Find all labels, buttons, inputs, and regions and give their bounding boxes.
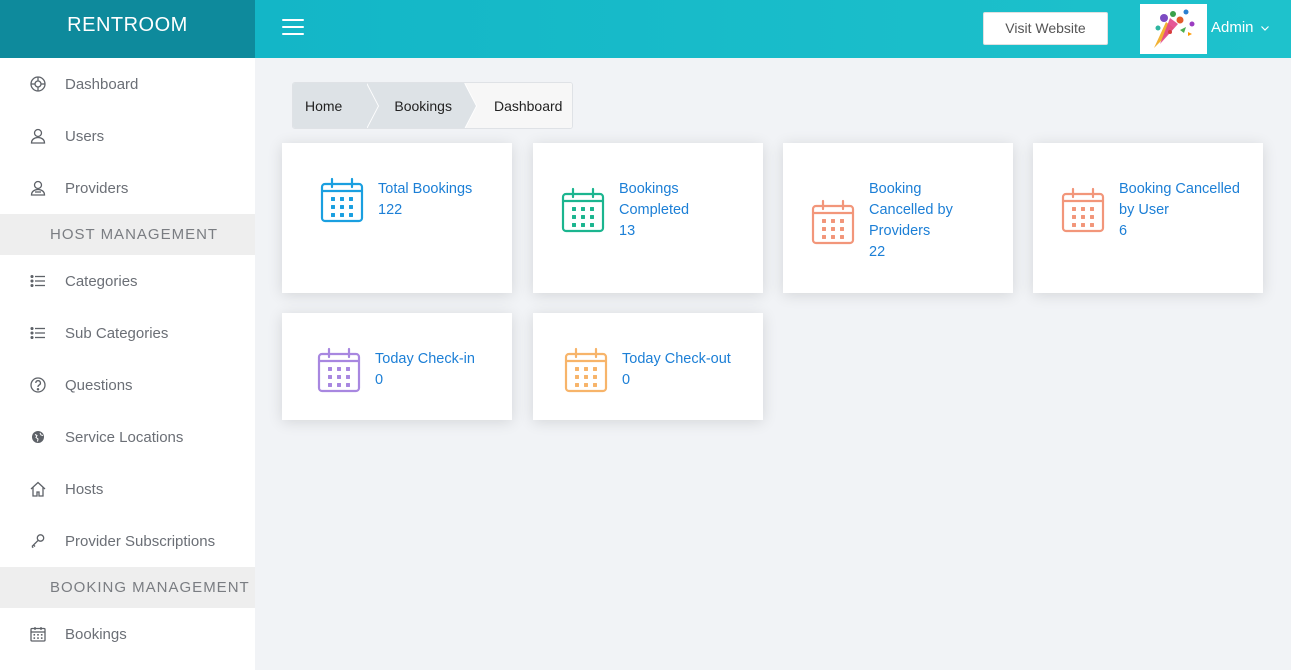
sidebar-item-categories[interactable]: Categories <box>0 255 255 307</box>
home-icon <box>28 479 48 499</box>
dashboard-icon <box>28 74 48 94</box>
chevron-down-icon <box>1260 25 1269 31</box>
sidebar-item-provider-subscriptions[interactable]: Provider Subscriptions <box>0 515 255 567</box>
sidebar-item-sub-categories[interactable]: Sub Categories <box>0 307 255 359</box>
avatar[interactable] <box>1140 4 1207 54</box>
card-label: Booking Cancelled by Providers <box>869 181 953 239</box>
card-label: Total Bookings <box>378 181 473 197</box>
globe-icon <box>28 427 48 447</box>
sidebar-item-users[interactable]: Users <box>0 110 255 162</box>
breadcrumb-label: Home <box>305 97 343 114</box>
card-value: 6 <box>1119 223 1128 239</box>
card-value: 13 <box>619 223 636 239</box>
card-cancelled-by-user[interactable]: Booking Cancelled by User 6 <box>1033 143 1263 293</box>
visit-website-button[interactable]: Visit Website <box>983 12 1108 45</box>
topbar: Visit Website Admin <box>255 0 1291 58</box>
breadcrumb-dashboard: Dashboard <box>463 83 573 128</box>
card-value: 0 <box>622 372 631 388</box>
brand-title: RENTROOM <box>67 14 188 36</box>
sidebar-item-bookings[interactable]: Bookings <box>0 608 255 660</box>
card-value: 0 <box>375 372 384 388</box>
user-icon <box>28 126 48 146</box>
breadcrumb: Home Bookings Dashboard <box>292 82 574 129</box>
breadcrumb-home[interactable]: Home <box>293 83 380 128</box>
card-bookings-completed[interactable]: Bookings Completed 13 <box>533 143 763 293</box>
section-label: BOOKING MANAGEMENT <box>50 579 250 596</box>
sidebar-item-label: Provider Subscriptions <box>65 532 216 550</box>
sidebar-item-label: Questions <box>65 376 133 394</box>
key-icon <box>28 531 48 551</box>
sidebar-item-questions[interactable]: Questions <box>0 359 255 411</box>
card-cancelled-by-providers[interactable]: Booking Cancelled by Providers 22 <box>783 143 1013 293</box>
admin-label: Admin <box>1211 19 1254 36</box>
section-label: HOST MANAGEMENT <box>50 226 219 243</box>
calendar-icon <box>28 624 48 644</box>
card-label: Booking Cancelled by User <box>1119 181 1240 218</box>
card-value: 122 <box>378 202 403 218</box>
card-today-check-in[interactable]: Today Check-in 0 <box>282 313 512 420</box>
sidebar-item-label: Service Locations <box>65 428 184 446</box>
calendar-icon <box>317 347 361 393</box>
breadcrumb-label: Bookings <box>394 97 452 114</box>
card-total-bookings[interactable]: Total Bookings 122 <box>282 143 512 293</box>
admin-menu[interactable]: Admin <box>1211 19 1270 36</box>
calendar-icon <box>1061 187 1105 233</box>
calendar-icon <box>811 199 855 245</box>
card-today-check-out[interactable]: Today Check-out 0 <box>533 313 763 420</box>
sidebar-item-label: Users <box>65 127 105 145</box>
list-icon <box>28 271 48 291</box>
sidebar: Dashboard Users Providers HOST MANAGEMEN… <box>0 58 255 670</box>
calendar-icon <box>320 177 364 223</box>
sidebar-section-host: HOST MANAGEMENT <box>0 214 255 255</box>
sidebar-item-label: Dashboard <box>65 75 139 93</box>
breadcrumb-bookings[interactable]: Bookings <box>366 83 477 128</box>
sidebar-item-label: Providers <box>65 179 129 197</box>
sidebar-item-label: Bookings <box>65 625 127 643</box>
sidebar-item-dashboard[interactable]: Dashboard <box>0 58 255 110</box>
sidebar-item-hosts[interactable]: Hosts <box>0 463 255 515</box>
question-icon <box>28 375 48 395</box>
calendar-icon <box>564 347 608 393</box>
list-icon <box>28 323 48 343</box>
sidebar-item-service-locations[interactable]: Service Locations <box>0 411 255 463</box>
sidebar-section-booking: BOOKING MANAGEMENT <box>0 567 255 608</box>
sidebar-item-providers[interactable]: Providers <box>0 162 255 214</box>
sidebar-item-label: Hosts <box>65 480 104 498</box>
provider-icon <box>28 178 48 198</box>
brand-logo[interactable]: RENTROOM <box>0 0 255 58</box>
sidebar-item-label: Categories <box>65 272 138 290</box>
card-label: Today Check-in <box>375 351 475 367</box>
sidebar-item-label: Sub Categories <box>65 324 169 342</box>
breadcrumb-label: Dashboard <box>493 97 563 114</box>
card-label: Bookings Completed <box>619 181 690 218</box>
calendar-icon <box>561 187 605 233</box>
menu-toggle-icon[interactable] <box>282 19 304 37</box>
card-value: 22 <box>869 244 886 260</box>
card-label: Today Check-out <box>622 351 731 367</box>
